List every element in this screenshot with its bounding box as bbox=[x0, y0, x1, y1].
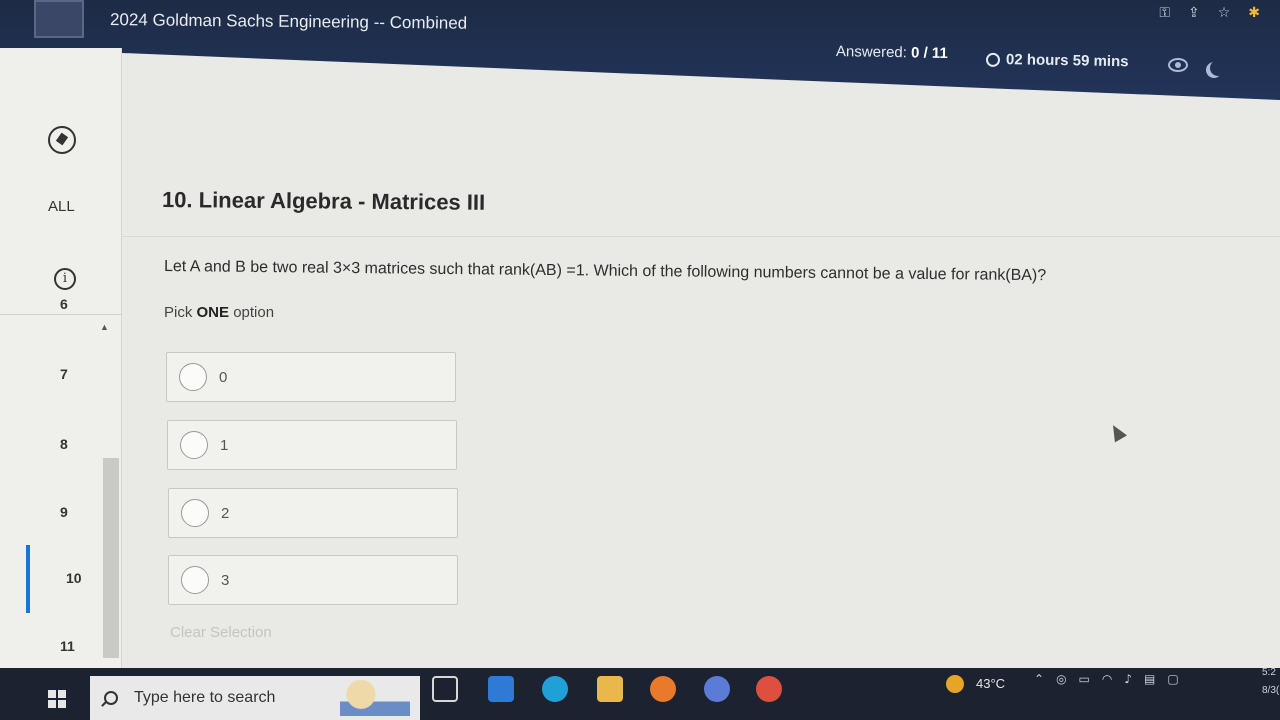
eye-icon[interactable] bbox=[1168, 58, 1188, 72]
option-label: 2 bbox=[221, 504, 230, 522]
option-label: 0 bbox=[219, 368, 228, 386]
info-icon[interactable]: i bbox=[54, 268, 76, 290]
time-remaining: 02 hours 59 mins bbox=[985, 51, 1129, 70]
pick-instruction: Pick ONE option bbox=[164, 304, 275, 321]
option-label: 3 bbox=[221, 571, 230, 589]
divider bbox=[122, 236, 1280, 237]
question-title: 10. Linear Algebra - Matrices III bbox=[161, 187, 486, 215]
option-1[interactable]: 1 bbox=[167, 420, 457, 470]
question-nav-6[interactable]: 6 bbox=[60, 296, 68, 312]
divider bbox=[0, 314, 122, 315]
dark-mode-icon[interactable] bbox=[1210, 60, 1226, 76]
radio-button[interactable] bbox=[181, 566, 209, 594]
meet-icon[interactable]: ◎ bbox=[1056, 672, 1066, 686]
company-logo bbox=[34, 0, 84, 38]
system-tray: ⌃ ◎ ▭ ◠ ♪ ▤ ▢ bbox=[1034, 672, 1179, 686]
taskbar-search[interactable]: Type here to search bbox=[90, 676, 420, 720]
mail-icon[interactable] bbox=[488, 676, 514, 702]
file-explorer-icon[interactable] bbox=[597, 676, 623, 702]
answered-status: Answered: 0 / 11 bbox=[835, 43, 948, 62]
option-3[interactable]: 3 bbox=[168, 555, 458, 605]
question-nav-11[interactable]: 11 bbox=[60, 638, 75, 654]
option-0[interactable]: 0 bbox=[166, 352, 456, 402]
star-icon[interactable]: ☆ bbox=[1218, 5, 1231, 21]
extension-icon[interactable]: ✱ bbox=[1248, 5, 1260, 21]
option-label: 1 bbox=[220, 436, 229, 454]
app-icon[interactable] bbox=[704, 676, 730, 702]
compass-icon[interactable] bbox=[48, 126, 76, 154]
notification-icon[interactable]: ▢ bbox=[1167, 672, 1178, 686]
active-question-indicator bbox=[26, 545, 30, 613]
option-2[interactable]: 2 bbox=[168, 488, 458, 538]
radio-button[interactable] bbox=[179, 363, 207, 391]
edge-browser-icon[interactable] bbox=[542, 676, 568, 702]
weather-icon[interactable] bbox=[946, 675, 964, 693]
clock-icon bbox=[985, 52, 1001, 67]
question-nav-8[interactable]: 8 bbox=[60, 436, 68, 452]
all-questions-link[interactable]: ALL bbox=[48, 198, 75, 215]
clear-selection-button[interactable]: Clear Selection bbox=[170, 624, 272, 641]
windows-start-icon[interactable] bbox=[48, 690, 66, 708]
system-clock[interactable]: 5:2 8/3( bbox=[1262, 664, 1279, 700]
search-highlight-image bbox=[340, 680, 410, 716]
wifi-icon[interactable]: ◠ bbox=[1102, 672, 1112, 686]
volume-icon[interactable]: ♪ bbox=[1124, 672, 1132, 686]
key-icon[interactable]: ⚿ bbox=[1159, 5, 1170, 21]
sidebar-scrollbar[interactable] bbox=[103, 458, 119, 658]
test-title: 2024 Goldman Sachs Engineering -- Combin… bbox=[109, 10, 468, 33]
scroll-up-icon[interactable]: ▲ bbox=[100, 322, 109, 332]
mouse-cursor-icon bbox=[1106, 421, 1128, 443]
search-icon bbox=[104, 691, 118, 705]
chevron-up-icon[interactable]: ⌃ bbox=[1034, 672, 1044, 686]
question-nav-9[interactable]: 9 bbox=[60, 504, 68, 520]
chrome-icon[interactable] bbox=[756, 676, 782, 702]
radio-button[interactable] bbox=[181, 499, 209, 527]
battery-icon[interactable]: ▭ bbox=[1079, 672, 1090, 686]
question-text: Let A and B be two real 3×3 matrices suc… bbox=[163, 258, 1047, 285]
browser-actions: ⚿ ⇪ ☆ ✱ bbox=[1159, 0, 1260, 26]
radio-button[interactable] bbox=[180, 431, 208, 459]
temperature[interactable]: 43°C bbox=[976, 676, 1005, 691]
share-icon[interactable]: ⇪ bbox=[1188, 5, 1200, 21]
task-view-icon[interactable] bbox=[432, 676, 458, 702]
question-nav-10[interactable]: 10 bbox=[66, 570, 82, 586]
firefox-icon[interactable] bbox=[650, 676, 676, 702]
question-nav-7[interactable]: 7 bbox=[60, 366, 68, 382]
keyboard-icon[interactable]: ▤ bbox=[1144, 672, 1155, 686]
